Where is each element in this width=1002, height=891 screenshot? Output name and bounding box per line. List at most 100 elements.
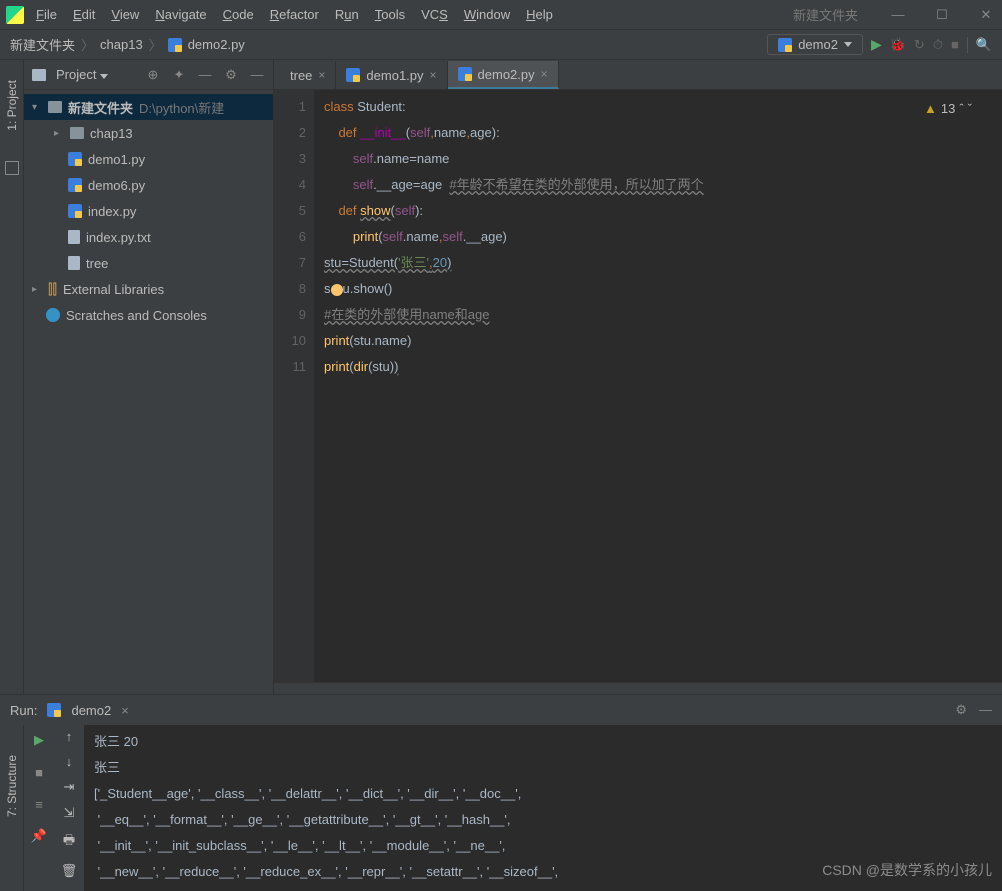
run-controls-col1: ▶ ■ ≡ 📌: [24, 725, 54, 891]
minimize-button[interactable]: —: [888, 7, 908, 23]
locate-icon[interactable]: ⊕: [145, 67, 161, 83]
tree-item-file[interactable]: demo6.py: [24, 172, 273, 198]
inspection-badge[interactable]: ▲13 ˆ ˇ: [924, 96, 972, 122]
expand-icon[interactable]: ✦: [171, 67, 187, 83]
coverage-button[interactable]: ↻: [914, 37, 925, 53]
tree-item-label: Scratches and Consoles: [66, 308, 207, 323]
chevron-down-icon: [844, 42, 852, 47]
menu-code[interactable]: Code: [223, 7, 254, 22]
pin-button[interactable]: 📌: [28, 825, 50, 847]
down-button[interactable]: ↓: [66, 754, 73, 769]
menu-help[interactable]: Help: [526, 7, 553, 22]
profile-button[interactable]: ⏱: [933, 37, 943, 53]
run-button[interactable]: ▶: [871, 36, 882, 53]
structure-tool-tab[interactable]: 7: Structure: [5, 755, 19, 817]
tree-root-path: D:\python\新建: [139, 98, 224, 117]
tree-external-libs[interactable]: ▸ ⫿⫿ External Libraries: [24, 276, 273, 302]
print-button[interactable]: 🖶: [63, 831, 75, 853]
rerun-button[interactable]: ▶: [28, 729, 50, 751]
stop-button[interactable]: ■: [951, 37, 959, 52]
menu-view[interactable]: View: [111, 7, 139, 22]
tree-item-file[interactable]: index.py.txt: [24, 224, 273, 250]
hide-icon[interactable]: —: [249, 67, 265, 82]
tree-root[interactable]: ▾ 新建文件夹 D:\python\新建: [24, 94, 273, 120]
tree-item-label: External Libraries: [63, 282, 164, 297]
titlebar: File Edit View Navigate Code Refactor Ru…: [0, 0, 1002, 30]
crumb-folder[interactable]: chap13: [100, 37, 143, 52]
delete-button[interactable]: 🗑: [61, 863, 78, 879]
python-file-icon: [168, 38, 182, 52]
menu-tools[interactable]: Tools: [375, 7, 405, 22]
tree-item-folder[interactable]: ▸ chap13: [24, 120, 273, 146]
menu-navigate[interactable]: Navigate: [155, 7, 206, 22]
tab-label: demo2.py: [478, 67, 535, 82]
hide-icon[interactable]: —: [979, 702, 992, 718]
run-config-selector[interactable]: demo2: [767, 34, 863, 55]
window-controls: — ☐ ✕: [888, 7, 996, 23]
text-file-icon: [68, 230, 80, 244]
sidebar-title[interactable]: Project: [56, 67, 135, 82]
console-output[interactable]: 张三 20张三['_Student__age', '__class__', '_…: [84, 725, 1002, 891]
warning-icon: ▲: [924, 96, 937, 122]
menu-run[interactable]: Run: [335, 7, 359, 22]
stop-button[interactable]: ■: [28, 761, 50, 783]
run-controls-col2: ↑ ↓ ⇥ ⇲ 🖶 🗑: [54, 725, 84, 891]
python-file-icon: [458, 67, 472, 81]
debug-button[interactable]: 🐞: [890, 37, 906, 53]
python-file-icon: [778, 38, 792, 52]
main-menu: File Edit View Navigate Code Refactor Ru…: [36, 7, 553, 22]
bookmarks-tool-icon[interactable]: [5, 161, 19, 175]
project-tool-tab[interactable]: 1: Project: [5, 80, 19, 131]
folder-icon: [70, 127, 84, 139]
search-button[interactable]: 🔍: [967, 37, 992, 53]
left-tool-gutter: 1: Project: [0, 60, 24, 694]
python-file-icon: [346, 68, 360, 82]
project-tree: ▾ 新建文件夹 D:\python\新建 ▸ chap13 demo1.py d…: [24, 90, 273, 332]
code-body[interactable]: class Student: def __init__(self,name,ag…: [314, 90, 1002, 682]
menu-window[interactable]: Window: [464, 7, 510, 22]
tree-item-file[interactable]: index.py: [24, 198, 273, 224]
library-icon: ⫿⫿: [48, 281, 57, 298]
app-icon: [6, 6, 24, 24]
crumb-file[interactable]: demo2.py: [188, 37, 245, 52]
close-icon[interactable]: ×: [430, 68, 437, 82]
tree-item-file[interactable]: tree: [24, 250, 273, 276]
h-scrollbar[interactable]: [274, 682, 1002, 694]
tree-item-file[interactable]: demo1.py: [24, 146, 273, 172]
close-icon[interactable]: ×: [541, 67, 548, 81]
collapse-icon[interactable]: —: [197, 67, 213, 82]
editor-tab[interactable]: demo1.py ×: [336, 61, 447, 89]
crumb-root[interactable]: 新建文件夹: [10, 35, 75, 54]
tree-item-label: index.py.txt: [86, 230, 151, 245]
chevron-right-icon: ▸: [32, 284, 42, 295]
layout-button[interactable]: ≡: [28, 793, 50, 815]
run-panel-header: Run: demo2 × ⚙ —: [0, 695, 1002, 725]
folder-icon: [48, 101, 62, 113]
menu-file[interactable]: File: [36, 7, 57, 22]
softwrap-button[interactable]: ⇥: [64, 779, 75, 795]
close-icon[interactable]: ×: [318, 68, 325, 82]
scroll-button[interactable]: ⇲: [64, 805, 75, 821]
editor-tab-active[interactable]: demo2.py ×: [448, 61, 559, 89]
chevron-right-icon: ▸: [54, 128, 64, 139]
editor-tab[interactable]: tree ×: [274, 61, 336, 89]
close-icon[interactable]: ×: [121, 703, 129, 718]
maximize-button[interactable]: ☐: [932, 7, 952, 23]
close-button[interactable]: ✕: [976, 7, 996, 23]
chevron-down-icon: ▾: [32, 102, 42, 113]
code-editor[interactable]: 1234567891011 class Student: def __init_…: [274, 90, 1002, 682]
project-sidebar: Project ⊕ ✦ — ⚙ — ▾ 新建文件夹 D:\python\新建 ▸…: [24, 60, 274, 694]
menu-refactor[interactable]: Refactor: [270, 7, 319, 22]
python-file-icon: [68, 152, 82, 166]
main-area: 1: Project Project ⊕ ✦ — ⚙ — ▾ 新建文件夹 D:\…: [0, 60, 1002, 694]
settings-icon[interactable]: ⚙: [223, 67, 239, 83]
intention-bulb-icon[interactable]: [331, 284, 343, 296]
settings-icon[interactable]: ⚙: [955, 702, 967, 718]
tree-item-label: index.py: [88, 204, 136, 219]
tab-label: tree: [290, 68, 312, 83]
up-button[interactable]: ↑: [66, 729, 73, 744]
run-tab-name[interactable]: demo2: [71, 703, 111, 718]
menu-vcs[interactable]: VCS: [421, 7, 448, 22]
tree-scratches[interactable]: Scratches and Consoles: [24, 302, 273, 328]
menu-edit[interactable]: Edit: [73, 7, 95, 22]
